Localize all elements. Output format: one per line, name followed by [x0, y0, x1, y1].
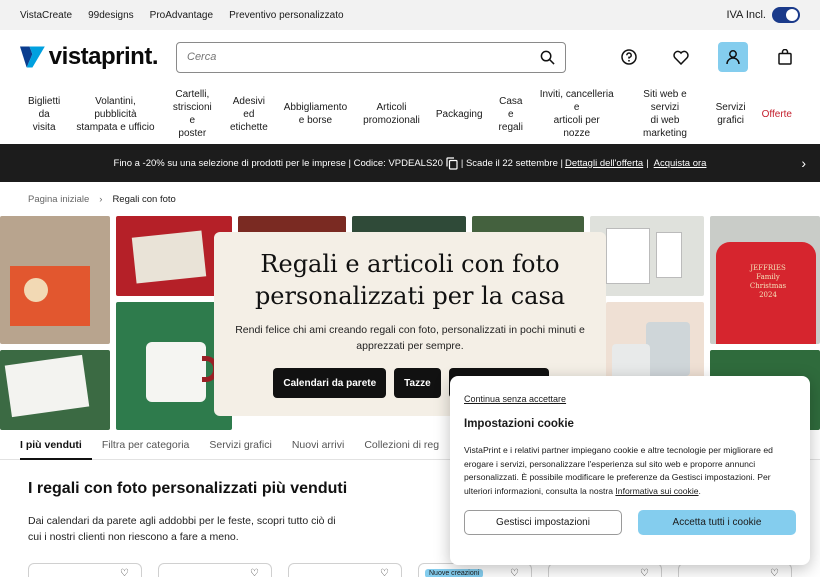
bag-icon: [778, 49, 792, 65]
nav-clothing[interactable]: Abbigliamento e borse: [276, 101, 355, 127]
product-card[interactable]: ♡: [288, 563, 402, 577]
cookie-dialog: Continua senza accettare Impostazioni co…: [450, 376, 810, 565]
vistaprint-logo[interactable]: vistaprint.: [20, 43, 159, 71]
copy-icon[interactable]: [446, 156, 458, 170]
heart-icon[interactable]: ♡: [250, 568, 259, 577]
proadvantage-link[interactable]: ProAdvantage: [150, 10, 213, 21]
promo-text: Fino a -20% su una selezione di prodotti…: [113, 157, 443, 169]
breadcrumb-current: Regali con foto: [112, 194, 176, 205]
heart-icon[interactable]: ♡: [120, 568, 129, 577]
account-button[interactable]: [718, 42, 748, 72]
tab-gift-collections[interactable]: Collezioni di reg: [364, 430, 449, 460]
heart-icon[interactable]: ♡: [510, 568, 519, 577]
continue-without-accepting-link[interactable]: Continua senza accettare: [464, 394, 796, 404]
nav-design-services[interactable]: Servizi grafici: [708, 101, 754, 127]
tab-design-services[interactable]: Servizi grafici: [209, 430, 281, 460]
logo-text: vistaprint.: [48, 43, 159, 70]
photo-card-image: [0, 350, 110, 430]
category-nav: Biglietti da visita Volantini, pubblicità s…: [0, 84, 820, 144]
cookie-policy-link[interactable]: Informativa sui cookie: [615, 486, 698, 496]
manage-settings-button[interactable]: Gestisci impostazioni: [464, 510, 623, 535]
hero-subtitle: Rendi felice chi ami creando regali con …: [235, 324, 585, 352]
nav-flyers[interactable]: Volantini, pubblicità stampata e ufficio: [68, 95, 162, 134]
promo-separator: |: [646, 157, 649, 169]
heart-icon[interactable]: ♡: [770, 568, 779, 577]
heart-icon[interactable]: ♡: [380, 568, 389, 577]
product-card[interactable]: ♡: [678, 563, 792, 577]
vat-toggle[interactable]: [772, 7, 800, 23]
nav-promotional[interactable]: Articoli promozionali: [355, 101, 428, 127]
site-header: vistaprint.: [0, 30, 820, 84]
vistacreate-link[interactable]: VistaCreate: [20, 10, 72, 21]
shop-now-link[interactable]: Acquista ora: [654, 158, 707, 169]
shirt-text-line-3: Christmas: [749, 282, 787, 290]
breadcrumb-separator-icon: ›: [99, 194, 103, 205]
tab-bestsellers[interactable]: I più venduti: [20, 430, 92, 460]
hero-title: Regali e articoli con foto personalizzat…: [254, 250, 566, 310]
nav-invitations[interactable]: Inviti, cancelleria e articoli per nozze: [531, 88, 622, 140]
search-icon[interactable]: [540, 50, 555, 65]
help-button[interactable]: [614, 42, 644, 72]
shirt-text-line-1: JEFFRIES: [750, 264, 786, 272]
vat-toggle-group: IVA Incl.: [726, 7, 800, 23]
accept-all-cookies-button[interactable]: Accetta tutti i cookie: [638, 510, 796, 535]
cookie-body: VistaPrint e i relativi partner impiegan…: [464, 445, 773, 496]
heart-icon[interactable]: ♡: [640, 568, 649, 577]
vat-label: IVA Incl.: [726, 9, 766, 21]
favorites-button[interactable]: [666, 42, 696, 72]
gift-box-image: [0, 216, 110, 344]
breadcrumb-home[interactable]: Pagina iniziale: [28, 194, 89, 205]
nav-offers[interactable]: Offerte: [754, 108, 800, 121]
cookie-buttons: Gestisci impostazioni Accetta tutti i co…: [464, 510, 796, 535]
chevron-right-icon[interactable]: ›: [801, 155, 806, 171]
nav-websites[interactable]: Siti web e servizi di web marketing: [622, 88, 707, 140]
breadcrumb: Pagina iniziale › Regali con foto: [0, 182, 820, 217]
product-card[interactable]: Nuove creazioni ♡: [418, 563, 532, 577]
product-card[interactable]: ♡: [28, 563, 142, 577]
help-icon: [621, 49, 637, 65]
nav-home-gifts[interactable]: Casa e regali: [491, 95, 531, 134]
tshirt-image: JEFFRIES Family Christmas 2024: [710, 216, 820, 344]
promo-deadline: | Scade il 22 settembre |: [460, 157, 563, 169]
nav-packaging[interactable]: Packaging: [428, 108, 491, 121]
tab-filter-category[interactable]: Filtra per categoria: [102, 430, 200, 460]
nav-business-cards[interactable]: Biglietti da visita: [20, 95, 68, 134]
wall-calendar-image: [590, 216, 704, 296]
header-icons: [614, 42, 800, 72]
mugs-button[interactable]: Tazze: [394, 368, 441, 398]
cookie-title: Impostazioni cookie: [464, 418, 574, 430]
wall-calendars-button[interactable]: Calendari da parete: [273, 368, 387, 398]
cart-button[interactable]: [770, 42, 800, 72]
heart-icon: [673, 50, 689, 65]
product-cards: ♡ ♡ ♡ Nuove creazioni ♡ ♡ ♡: [28, 563, 792, 577]
shirt-text-line-4: 2024: [759, 291, 777, 299]
nav-stickers[interactable]: Adesivi ed etichette: [222, 95, 276, 134]
new-badge: Nuove creazioni: [425, 569, 484, 577]
section-title: I regali con foto personalizzati più ven…: [28, 480, 348, 497]
logo-icon: [20, 46, 45, 68]
section-description: Dai calendari da parete agli addobbi per…: [28, 515, 336, 543]
account-icon: [726, 50, 740, 65]
99designs-link[interactable]: 99designs: [88, 10, 134, 21]
search-box[interactable]: [176, 41, 566, 73]
shirt-text-line-2: Family: [756, 273, 780, 281]
nav-signs[interactable]: Cartelli, striscioni e poster: [163, 88, 222, 140]
search-input[interactable]: [187, 51, 540, 63]
product-card[interactable]: ♡: [158, 563, 272, 577]
offer-details-link[interactable]: Dettagli dell'offerta: [565, 158, 643, 169]
tab-new-arrivals[interactable]: Nuovi arrivi: [292, 430, 355, 460]
quote-link[interactable]: Preventivo personalizzato: [229, 10, 344, 21]
product-card[interactable]: ♡: [548, 563, 662, 577]
promo-banner: Fino a -20% su una selezione di prodotti…: [0, 144, 820, 182]
utility-bar: VistaCreate 99designs ProAdvantage Preve…: [0, 0, 820, 30]
